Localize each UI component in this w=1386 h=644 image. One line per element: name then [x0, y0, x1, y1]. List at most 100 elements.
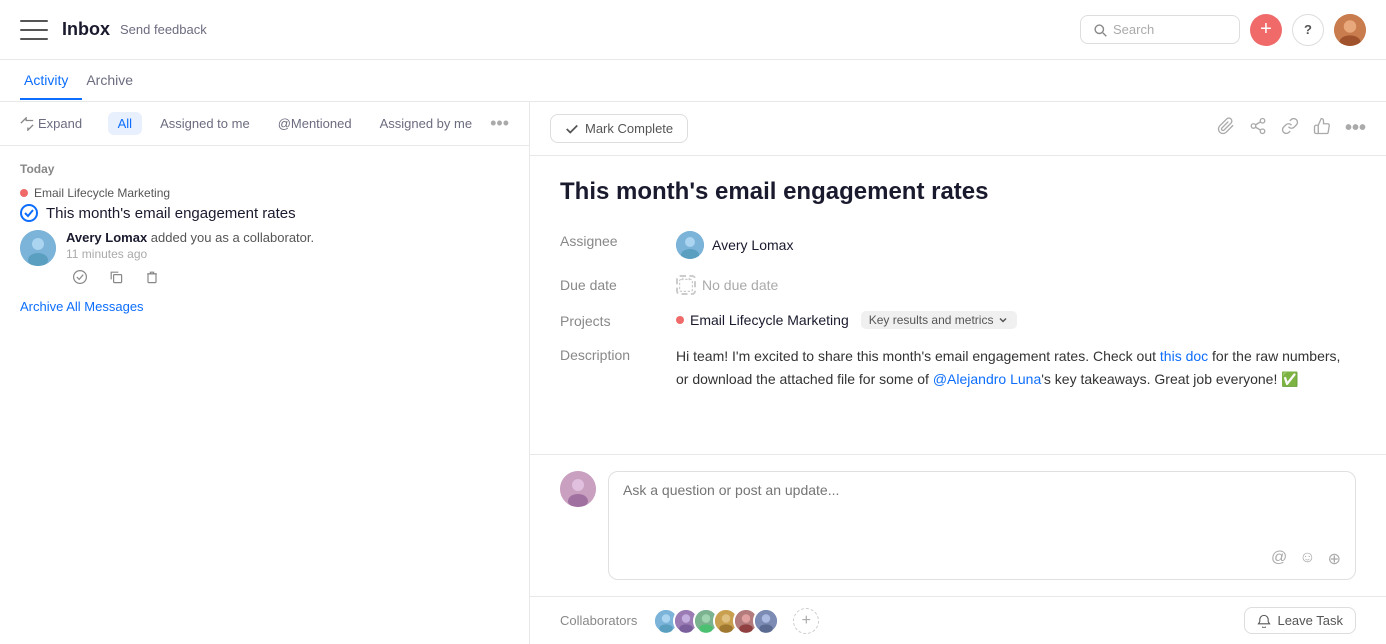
- search-box[interactable]: Search: [1080, 15, 1240, 44]
- key-results-label: Key results and metrics: [869, 313, 994, 327]
- menu-icon[interactable]: [20, 20, 48, 40]
- copy-icon[interactable]: [102, 263, 130, 291]
- toolbar-actions: •••: [1217, 117, 1366, 140]
- mark-done-icon[interactable]: [66, 263, 94, 291]
- project-name[interactable]: Email Lifecycle Marketing: [690, 312, 849, 328]
- activity-action: added you as a collaborator.: [147, 230, 314, 245]
- comment-input[interactable]: [623, 482, 1341, 542]
- assignee-avatar-img: [676, 231, 704, 259]
- avatar-face: [20, 230, 56, 266]
- filter-mentioned[interactable]: @Mentioned: [268, 112, 362, 135]
- more-comment-icon[interactable]: ⊕: [1328, 549, 1341, 569]
- description-field: Description Hi team! I'm excited to shar…: [560, 345, 1356, 390]
- checkmark-icon: [23, 207, 35, 219]
- commenter-avatar: [560, 471, 596, 507]
- archive-all-link[interactable]: Archive All Messages: [20, 299, 509, 314]
- filter-assigned-to-me[interactable]: Assigned to me: [150, 112, 260, 135]
- right-panel: Mark Complete: [530, 102, 1386, 644]
- key-results-tag[interactable]: Key results and metrics: [861, 311, 1018, 329]
- attach-icon[interactable]: [1217, 117, 1235, 140]
- filter-more-icon[interactable]: •••: [490, 113, 509, 134]
- projects-label: Projects: [560, 311, 660, 329]
- leave-task-button[interactable]: Leave Task: [1244, 607, 1356, 634]
- chevron-down-icon: [997, 314, 1009, 326]
- link-icon[interactable]: [1281, 117, 1299, 140]
- activity-timestamp: 11 minutes ago: [66, 247, 314, 261]
- add-button[interactable]: +: [1250, 14, 1282, 46]
- bell-icon: [1257, 614, 1271, 628]
- commenter-avatar-img: [560, 471, 596, 507]
- section-today: Today: [20, 162, 509, 176]
- header: Inbox Send feedback Search + ?: [0, 0, 1386, 60]
- filter-bar: Expand All Assigned to me @Mentioned Ass…: [0, 102, 529, 146]
- due-date-label: Due date: [560, 275, 660, 293]
- assignee-value: Avery Lomax: [676, 231, 793, 259]
- action-icons-row: [66, 263, 314, 291]
- search-label: Search: [1113, 22, 1154, 37]
- desc-part3: 's key takeaways. Great job everyone! ✅: [1041, 371, 1298, 387]
- due-date-value[interactable]: No due date: [676, 275, 778, 295]
- assignee-avatar: [676, 231, 704, 259]
- add-collaborator-button[interactable]: +: [793, 608, 819, 634]
- inbox-title: Inbox: [62, 19, 110, 40]
- no-due-date-text: No due date: [702, 277, 778, 293]
- assignee-field: Assignee Avery Lomax: [560, 231, 1356, 259]
- notification-group: Email Lifecycle Marketing This month's e…: [20, 186, 509, 291]
- activity-description: Avery Lomax added you as a collaborator.: [66, 230, 314, 245]
- at-mention-icon[interactable]: @: [1271, 549, 1287, 569]
- emoji-icon[interactable]: ☺: [1299, 549, 1315, 569]
- mark-complete-button[interactable]: Mark Complete: [550, 114, 688, 143]
- like-icon[interactable]: [1313, 117, 1331, 140]
- collaborators-row: Collaborators: [530, 596, 1386, 644]
- tabs-bar: Activity Archive: [0, 60, 1386, 102]
- activity-avatar: [20, 230, 56, 266]
- task-content: This month's email engagement rates Assi…: [530, 156, 1386, 454]
- leave-task-label: Leave Task: [1277, 613, 1343, 628]
- comment-input-wrapper[interactable]: @ ☺ ⊕: [608, 471, 1356, 580]
- desc-link[interactable]: this doc: [1160, 348, 1208, 364]
- left-panel: Expand All Assigned to me @Mentioned Ass…: [0, 102, 530, 644]
- filter-all[interactable]: All: [108, 112, 142, 135]
- delete-icon[interactable]: [138, 263, 166, 291]
- expand-button[interactable]: Expand: [20, 116, 82, 131]
- task-title[interactable]: This month's email engagement rates: [46, 205, 296, 222]
- task-toolbar: Mark Complete: [530, 102, 1386, 156]
- tab-archive[interactable]: Archive: [82, 62, 147, 100]
- calendar-icon: [676, 275, 696, 295]
- due-date-field: Due date No due date: [560, 275, 1356, 295]
- search-icon: [1093, 23, 1107, 37]
- collaborator-avatar-6: [753, 608, 779, 634]
- desc-part1: Hi team! I'm excited to share this month…: [676, 348, 1160, 364]
- activity-content: Avery Lomax added you as a collaborator.…: [66, 230, 314, 291]
- project-tag-label: Email Lifecycle Marketing: [34, 186, 170, 200]
- send-feedback-link[interactable]: Send feedback: [120, 22, 207, 37]
- task-main-title: This month's email engagement rates: [560, 176, 1356, 207]
- user-avatar[interactable]: [1334, 14, 1366, 46]
- avatar-image: [1334, 14, 1366, 46]
- share-icon[interactable]: [1249, 117, 1267, 140]
- assignee-name: Avery Lomax: [712, 237, 793, 253]
- tab-activity[interactable]: Activity: [20, 62, 82, 100]
- more-actions-icon[interactable]: •••: [1345, 117, 1366, 140]
- mark-complete-label: Mark Complete: [585, 121, 673, 136]
- comment-section: @ ☺ ⊕: [530, 454, 1386, 596]
- task-check-icon[interactable]: [20, 204, 38, 222]
- expand-icon: [20, 117, 34, 131]
- desc-mention[interactable]: @Alejandro Luna: [933, 371, 1041, 387]
- projects-field: Projects Email Lifecycle Marketing Key r…: [560, 311, 1356, 329]
- task-title-row[interactable]: This month's email engagement rates: [20, 204, 509, 222]
- collaborators-avatars: [653, 608, 779, 634]
- projects-value: Email Lifecycle Marketing Key results an…: [676, 311, 1017, 329]
- left-content: Today Email Lifecycle Marketing This mon…: [0, 146, 529, 644]
- main-layout: Expand All Assigned to me @Mentioned Ass…: [0, 102, 1386, 644]
- expand-label: Expand: [38, 116, 82, 131]
- help-button[interactable]: ?: [1292, 14, 1324, 46]
- project-color-dot: [676, 316, 684, 324]
- description-label: Description: [560, 345, 660, 363]
- description-value: Hi team! I'm excited to share this month…: [676, 345, 1356, 390]
- activity-user: Avery Lomax: [66, 230, 147, 245]
- filter-assigned-by-me[interactable]: Assigned by me: [370, 112, 483, 135]
- assignee-label: Assignee: [560, 231, 660, 249]
- comment-emoji-icons: @ ☺ ⊕: [623, 549, 1341, 569]
- collaborators-label: Collaborators: [560, 613, 637, 628]
